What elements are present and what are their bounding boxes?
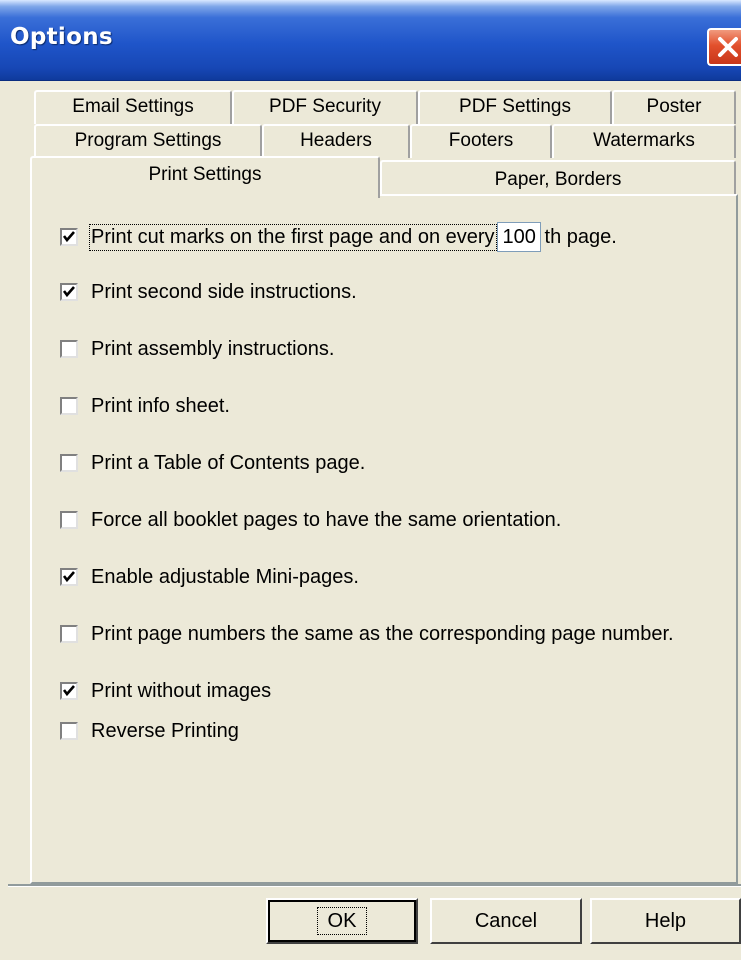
checkbox[interactable] xyxy=(60,568,78,586)
tab-label: Paper, Borders xyxy=(494,169,622,190)
option-info-sheet[interactable]: Print info sheet. xyxy=(60,391,230,421)
ok-button[interactable]: OK xyxy=(266,898,418,944)
tab-label: Program Settings xyxy=(74,130,222,151)
option-second-side-instructions[interactable]: Print second side instructions. xyxy=(60,277,357,307)
option-page-numbers-same[interactable]: Print page numbers the same as the corre… xyxy=(60,619,674,649)
option-print-without-images[interactable]: Print without images xyxy=(60,676,271,706)
checkbox[interactable] xyxy=(60,454,78,472)
option-label: Print page numbers the same as the corre… xyxy=(91,622,674,645)
tab-label: Email Settings xyxy=(72,96,194,117)
option-label: Enable adjustable Mini-pages. xyxy=(91,565,359,588)
checkbox[interactable] xyxy=(60,397,78,415)
option-label: Print without images xyxy=(91,679,272,702)
tab-label: PDF Settings xyxy=(459,96,571,117)
option-adjustable-mini-pages[interactable]: Enable adjustable Mini-pages. xyxy=(60,562,359,592)
option-label: Reverse Printing xyxy=(91,719,239,742)
tab-label: Print Settings xyxy=(148,164,262,185)
tab-label: Headers xyxy=(300,130,372,151)
page-interval-input[interactable]: 100 xyxy=(496,222,541,252)
option-label-suffix: th page. xyxy=(544,225,617,248)
cancel-button[interactable]: Cancel xyxy=(430,898,582,944)
tab-label: PDF Security xyxy=(269,96,381,117)
tab-headers[interactable]: Headers xyxy=(262,124,410,158)
tab-print-settings[interactable]: Print Settings xyxy=(30,156,380,198)
option-assembly-instructions[interactable]: Print assembly instructions. xyxy=(60,334,334,364)
tab-label: Poster xyxy=(646,96,702,117)
option-label: Print info sheet. xyxy=(91,394,230,417)
checkbox[interactable] xyxy=(60,682,78,700)
option-label: Print second side instructions. xyxy=(91,280,357,303)
check-icon xyxy=(62,685,75,697)
option-label: Print assembly instructions. xyxy=(91,337,335,360)
help-label: Help xyxy=(644,910,687,932)
help-button[interactable]: Help xyxy=(590,898,741,944)
window-title: Options xyxy=(10,24,113,50)
ok-label: OK xyxy=(316,907,368,935)
tab-pdf-settings[interactable]: PDF Settings xyxy=(418,90,612,124)
checkbox[interactable] xyxy=(60,511,78,529)
tab-label: Footers xyxy=(448,130,514,151)
checkbox[interactable] xyxy=(60,228,78,246)
title-bar[interactable]: Options xyxy=(0,0,741,81)
tab-poster[interactable]: Poster xyxy=(612,90,736,124)
checkbox[interactable] xyxy=(60,283,78,301)
tab-paper-borders[interactable]: Paper, Borders xyxy=(380,160,736,196)
check-icon xyxy=(62,571,75,583)
tab-email-settings[interactable]: Email Settings xyxy=(34,90,232,124)
close-button[interactable] xyxy=(707,28,741,66)
checkbox[interactable] xyxy=(60,340,78,358)
option-reverse-printing[interactable]: Reverse Printing xyxy=(60,716,239,746)
option-same-orientation[interactable]: Force all booklet pages to have the same… xyxy=(60,505,561,535)
tab-label: Watermarks xyxy=(593,130,695,151)
check-icon xyxy=(62,231,75,243)
cancel-label: Cancel xyxy=(474,910,538,932)
option-table-of-contents[interactable]: Print a Table of Contents page. xyxy=(60,448,365,478)
option-print-cut-marks[interactable]: Print cut marks on the first page and on… xyxy=(60,222,617,252)
option-label: Print cut marks on the first page and on… xyxy=(89,223,497,251)
check-icon xyxy=(62,286,75,298)
tab-program-settings[interactable]: Program Settings xyxy=(34,124,262,158)
tab-footers[interactable]: Footers xyxy=(410,124,552,158)
option-label: Force all booklet pages to have the same… xyxy=(91,508,562,531)
option-label: Print a Table of Contents page. xyxy=(91,451,366,474)
checkbox[interactable] xyxy=(60,625,78,643)
checkbox[interactable] xyxy=(60,722,78,740)
tab-pdf-security[interactable]: PDF Security xyxy=(232,90,418,124)
tab-watermarks[interactable]: Watermarks xyxy=(552,124,736,158)
button-divider xyxy=(8,884,741,887)
